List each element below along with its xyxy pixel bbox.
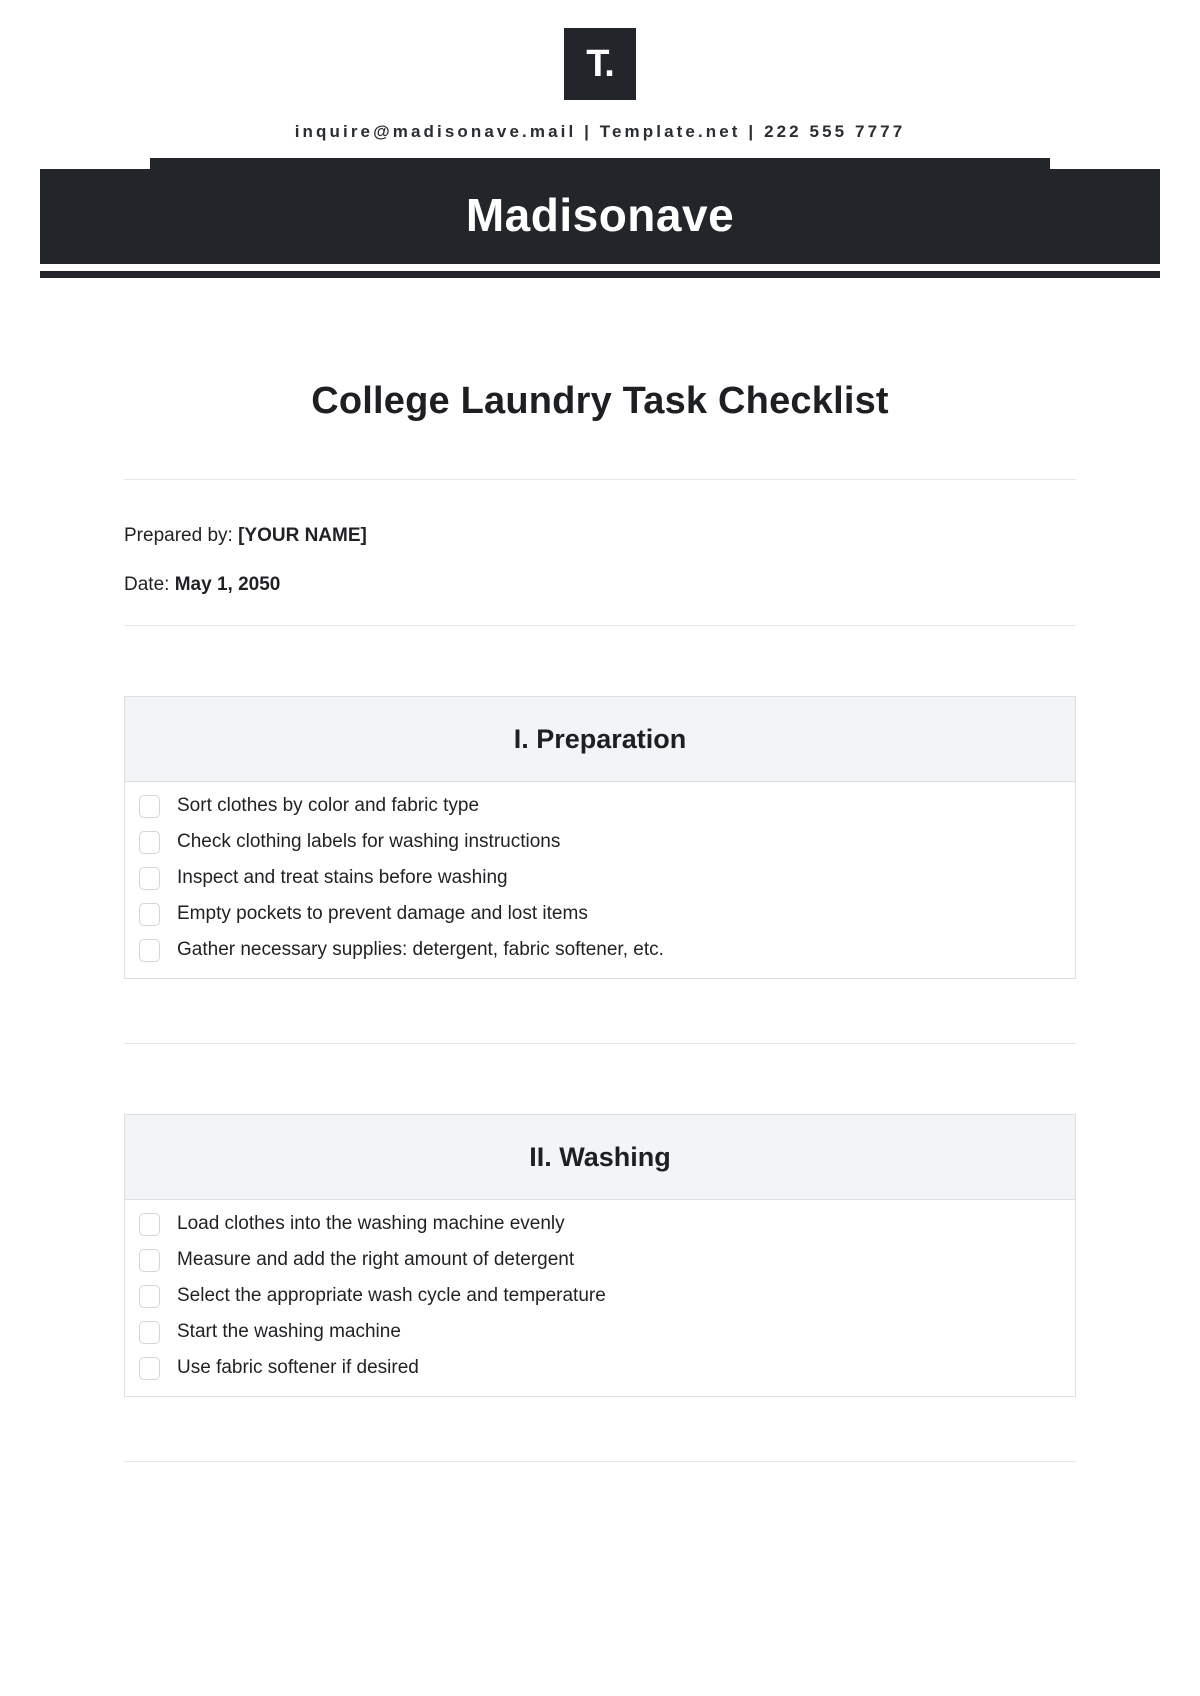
checkbox-icon[interactable] <box>139 1248 160 1272</box>
checkbox-icon[interactable] <box>139 1320 160 1344</box>
checklist-item[interactable]: Sort clothes by color and fabric type <box>125 788 1075 824</box>
document-body: College Laundry Task Checklist Prepared … <box>0 380 1200 1463</box>
date-label: Date: <box>124 573 170 595</box>
banner-underline-bar <box>40 271 1160 278</box>
checklist-section-preparation: I. Preparation Sort clothes by color and… <box>124 696 1076 980</box>
checklist-item[interactable]: Inspect and treat stains before washing <box>125 860 1075 896</box>
company-banner: Madisonave <box>0 158 1200 290</box>
checkbox-icon[interactable] <box>139 938 160 962</box>
section-items: Load clothes into the washing machine ev… <box>125 1200 1075 1396</box>
company-name: Madisonave <box>465 189 735 241</box>
checklist-item[interactable]: Load clothes into the washing machine ev… <box>125 1206 1075 1242</box>
checkbox-icon[interactable] <box>139 794 160 818</box>
section-divider <box>124 1043 1076 1045</box>
checkbox-icon[interactable] <box>139 902 160 926</box>
checklist-item-label: Start the washing machine <box>177 1321 401 1343</box>
checklist-item-label: Inspect and treat stains before washing <box>177 867 508 889</box>
checkbox-icon[interactable] <box>139 1356 160 1380</box>
checklist-item[interactable]: Select the appropriate wash cycle and te… <box>125 1278 1075 1314</box>
checkbox-icon[interactable] <box>139 1284 160 1308</box>
prepared-by-row: Prepared by: [YOUR NAME] <box>124 524 1076 549</box>
section-items: Sort clothes by color and fabric type Ch… <box>125 782 1075 978</box>
checkbox-icon[interactable] <box>139 830 160 854</box>
checklist-item-label: Select the appropriate wash cycle and te… <box>177 1285 606 1307</box>
prepared-by-value: [YOUR NAME] <box>238 525 367 546</box>
checkbox-icon[interactable] <box>139 866 160 890</box>
section-heading: I. Preparation <box>125 697 1075 783</box>
checklist-item-label: Use fabric softener if desired <box>177 1357 419 1379</box>
checklist-item[interactable]: Check clothing labels for washing instru… <box>125 824 1075 860</box>
checklist-item[interactable]: Gather necessary supplies: detergent, fa… <box>125 932 1075 968</box>
contact-info: inquire@madisonave.mail | Template.net |… <box>294 122 906 141</box>
document-meta: Prepared by: [YOUR NAME] Date: May 1, 20… <box>124 524 1076 597</box>
meta-divider <box>124 625 1076 627</box>
checklist-item-label: Load clothes into the washing machine ev… <box>177 1213 565 1235</box>
checklist-item-label: Sort clothes by color and fabric type <box>177 795 480 817</box>
checklist-item-label: Check clothing labels for washing instru… <box>177 831 561 853</box>
letterhead: T. inquire@madisonave.mail | Template.ne… <box>0 0 1200 142</box>
checklist-item[interactable]: Empty pockets to prevent damage and lost… <box>125 896 1075 932</box>
template-net-logo-icon: T. <box>564 28 636 100</box>
title-divider <box>124 479 1076 480</box>
checkbox-icon[interactable] <box>139 1212 160 1236</box>
checklist-item[interactable]: Start the washing machine <box>125 1314 1075 1350</box>
checklist-item[interactable]: Measure and add the right amount of dete… <box>125 1242 1075 1278</box>
section-heading: II. Washing <box>125 1115 1075 1201</box>
checklist-item-label: Measure and add the right amount of dete… <box>177 1249 575 1271</box>
checklist-item-label: Gather necessary supplies: detergent, fa… <box>177 939 664 961</box>
date-row: Date: May 1, 2050 <box>124 573 1076 598</box>
checklist-section-washing: II. Washing Load clothes into the washin… <box>124 1114 1076 1398</box>
checklist-item[interactable]: Use fabric softener if desired <box>125 1350 1075 1386</box>
date-value: May 1, 2050 <box>174 573 281 595</box>
page-title: College Laundry Task Checklist <box>311 380 889 422</box>
prepared-by-label: Prepared by: <box>124 525 233 546</box>
bottom-divider <box>124 1461 1076 1463</box>
checklist-item-label: Empty pockets to prevent damage and lost… <box>177 903 588 925</box>
